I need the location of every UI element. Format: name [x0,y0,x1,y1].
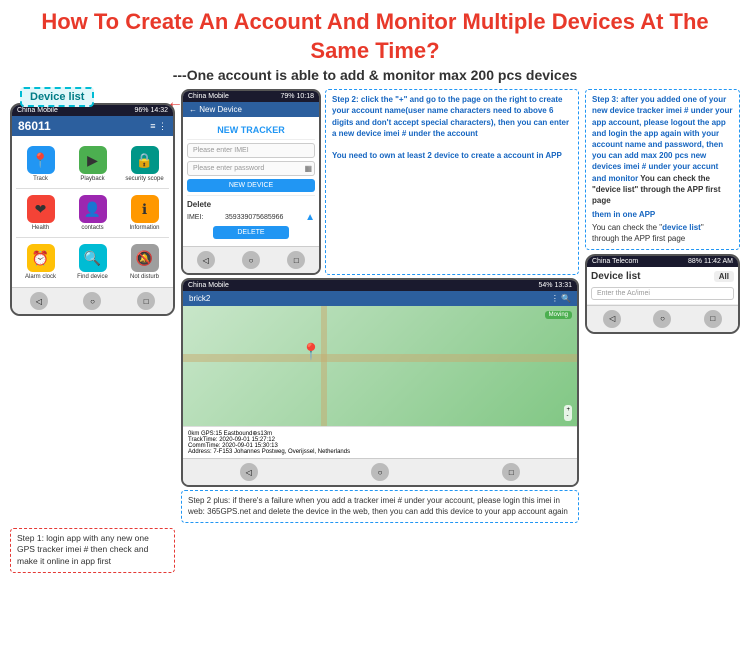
app-icon: ⏰ [27,244,55,272]
app-icon: 🔕 [131,244,159,272]
app-grid: 📍Track▶Playback🔒security scope [16,143,169,185]
right-area: Step 3: after you added one of your new … [585,89,740,522]
app-icon: 👤 [79,195,107,223]
grid-item-information[interactable]: ℹInformation [120,192,169,234]
delete-btn[interactable]: DELETE [213,226,290,239]
new-device-body: NEW TRACKER Please enter IMEI Please ent… [183,117,319,246]
grid-item-alarm-clock[interactable]: ⏰Alarm clock [16,241,65,283]
app-grid-2: ❤Health👤contactsℹInformation [16,192,169,234]
new-device-bottom-nav: ◁ ○ □ [183,246,319,273]
sub-title: ---One account is able to add & monitor … [10,67,740,83]
map-info: 0km GPS:15 Eastbound⊕s13m TrackTime: 202… [183,426,577,458]
map-area: Moving 📍 +- [183,306,577,426]
zoom-controls[interactable]: +- [564,405,572,421]
map-statusbar: China Mobile 54% 13:31 [183,280,577,291]
map-bottom-nav: ◁ ○ □ [183,458,577,485]
phone-map: China Mobile 54% 13:31 brick2 ⋮ 🔍 Moving… [181,278,579,487]
content-area: Device list ← China Mobile 96% 14:32 860… [10,89,740,522]
step1-box: Step 1: login app with any new one GPS t… [10,528,175,574]
mid-phones-row: China Mobile 79% 10:18 ← New Device NEW … [181,89,579,275]
device-list-label: Device list [20,87,94,107]
phone-right: China Telecom 88% 11:42 AM Device list A… [585,254,740,334]
middle-area: China Mobile 79% 10:18 ← New Device NEW … [181,89,579,522]
right-bottom-nav: ◁ ○ □ [587,305,738,332]
left-header: 86011 ≡ ⋮ [12,116,173,136]
grid-item-contacts[interactable]: 👤contacts [68,192,117,234]
home-btn[interactable]: ○ [83,292,101,310]
grid-item-health[interactable]: ❤Health [16,192,65,234]
device-search[interactable]: Enter the Ac/imei [591,287,734,300]
step3-box: Step 3: after you added one of your new … [585,89,740,249]
grid-item-not-disturb[interactable]: 🔕Not disturb [120,241,169,283]
delete-section: Delete IMEI: 359339075685966 ▲ DELETE [187,195,315,239]
qr-icon: ▦ [304,164,312,173]
app-icon: ▶ [79,146,107,174]
new-device-statusbar: China Mobile 79% 10:18 [183,91,319,102]
new-device-btn[interactable]: NEW DEVICE [187,179,315,192]
app-icon: ❤ [27,195,55,223]
map-marker: 📍 [301,342,321,362]
grid-item-find-device[interactable]: 🔍Find device [68,241,117,283]
app-icon: 📍 [27,146,55,174]
new-device-header: ← New Device [183,102,319,117]
main-title: How To Create An Account And Monitor Mul… [10,8,740,65]
step2-box: Step 2: click the "+" and go to the page… [325,89,579,275]
app-icon: 🔍 [79,244,107,272]
step2plus-note [181,528,579,574]
app-icon: ℹ [131,195,159,223]
imei-input[interactable]: Please enter IMEI [187,143,315,158]
left-body: 📍Track▶Playback🔒security scope ❤Health👤c… [12,136,173,287]
recent-btn[interactable]: □ [137,292,155,310]
phone-new-device: China Mobile 79% 10:18 ← New Device NEW … [181,89,321,275]
app-icon: 🔒 [131,146,159,174]
grid-item-playback[interactable]: ▶Playback [68,143,117,185]
grid-item-track[interactable]: 📍Track [16,143,65,185]
password-input[interactable]: Please enter password [187,161,315,176]
right-statusbar: China Telecom 88% 11:42 AM [587,256,738,267]
phone-left: China Mobile 96% 14:32 86011 ≡ ⋮ 📍Track▶… [10,103,175,316]
imei-row: IMEI: 359339075685966 ▲ [187,212,315,223]
map-header: brick2 ⋮ 🔍 [183,291,577,306]
device-list-header: Device list All Enter the Ac/imei [587,267,738,305]
arrow-icon: ← [167,94,183,112]
bottom-steps: Step 1: login app with any new one GPS t… [10,528,740,574]
app-grid-3: ⏰Alarm clock🔍Find device🔕Not disturb [16,241,169,283]
step3-note [585,528,740,574]
title-section: How To Create An Account And Monitor Mul… [10,8,740,83]
device-list-title-row: Device list All [591,271,734,282]
road-h [183,354,577,362]
main-container: How To Create An Account And Monitor Mul… [0,0,750,647]
road-v [321,306,327,426]
step2plus-box: Step 2 plus: if there's a failure when y… [181,490,579,522]
moving-badge: Moving [545,311,572,319]
bottom-nav: ◁ ○ □ [12,287,173,314]
grid-item-security-scope[interactable]: 🔒security scope [120,143,169,185]
back-btn[interactable]: ◁ [30,292,48,310]
location-icon: ▲ [305,212,315,223]
